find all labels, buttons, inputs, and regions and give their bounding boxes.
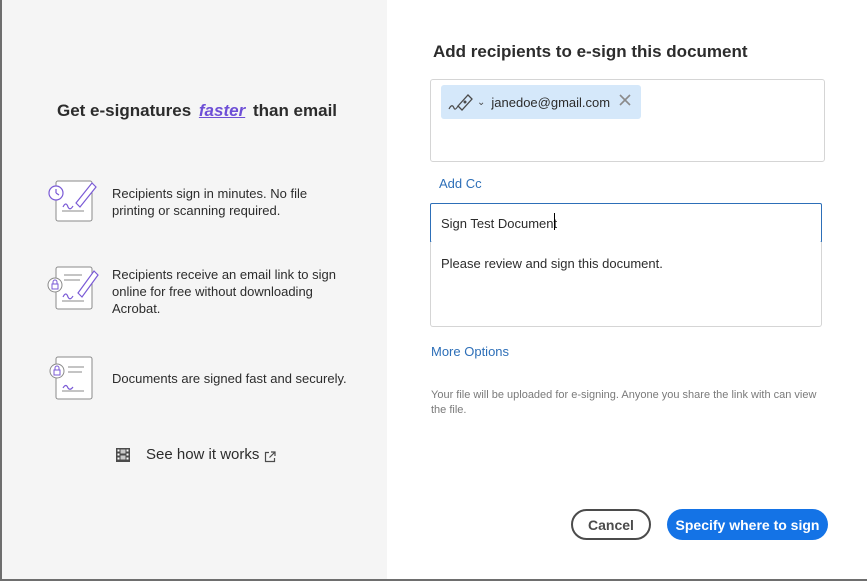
see-how-it-works-link[interactable]: See how it works bbox=[115, 446, 276, 463]
recipient-chip[interactable]: ⌄ janedoe@gmail.com bbox=[441, 85, 641, 119]
promo-title-before: Get e-signatures bbox=[57, 101, 192, 120]
see-how-it-works-label: See how it works bbox=[146, 446, 260, 463]
subject-input[interactable] bbox=[430, 203, 822, 243]
promo-panel: Get e-signatures faster than email Recip… bbox=[2, 0, 387, 579]
feature-text-sign-minutes: Recipients sign in minutes. No file prin… bbox=[112, 186, 308, 218]
chevron-down-icon[interactable]: ⌄ bbox=[477, 97, 485, 108]
upload-note: Your file will be uploaded for e-signing… bbox=[431, 389, 817, 416]
recipients-dialog: Add recipients to e-sign this document ⌄… bbox=[387, 0, 867, 579]
promo-title-after: than email bbox=[252, 101, 338, 120]
add-cc-link[interactable]: Add Cc bbox=[439, 176, 482, 191]
signing-form-icon bbox=[48, 180, 97, 222]
remove-recipient-close-icon[interactable] bbox=[618, 93, 632, 107]
secure-document-icon bbox=[49, 356, 93, 400]
feature-text-secure: Documents are signed fast and securely. bbox=[112, 371, 347, 386]
dialog-title: Add recipients to e-sign this document bbox=[433, 42, 748, 61]
promo-title: Get e-signatures faster than email bbox=[57, 101, 337, 121]
more-options-link[interactable]: More Options bbox=[431, 344, 509, 359]
email-sign-link-icon bbox=[47, 266, 99, 310]
external-link-icon bbox=[265, 451, 276, 463]
specify-where-to-sign-button[interactable]: Specify where to sign bbox=[667, 509, 828, 540]
feature-text-email-link: Recipients receive an email link to sign… bbox=[112, 267, 336, 316]
text-caret bbox=[554, 213, 555, 230]
film-icon bbox=[116, 447, 130, 462]
promo-title-emphasis: faster bbox=[198, 101, 246, 120]
recipients-field[interactable]: ⌄ janedoe@gmail.com bbox=[430, 79, 825, 162]
cancel-button[interactable]: Cancel bbox=[571, 509, 651, 540]
recipient-email: janedoe@gmail.com bbox=[491, 94, 611, 110]
signer-pen-icon[interactable] bbox=[447, 91, 475, 113]
message-textarea[interactable]: Please review and sign this document. bbox=[430, 242, 822, 327]
